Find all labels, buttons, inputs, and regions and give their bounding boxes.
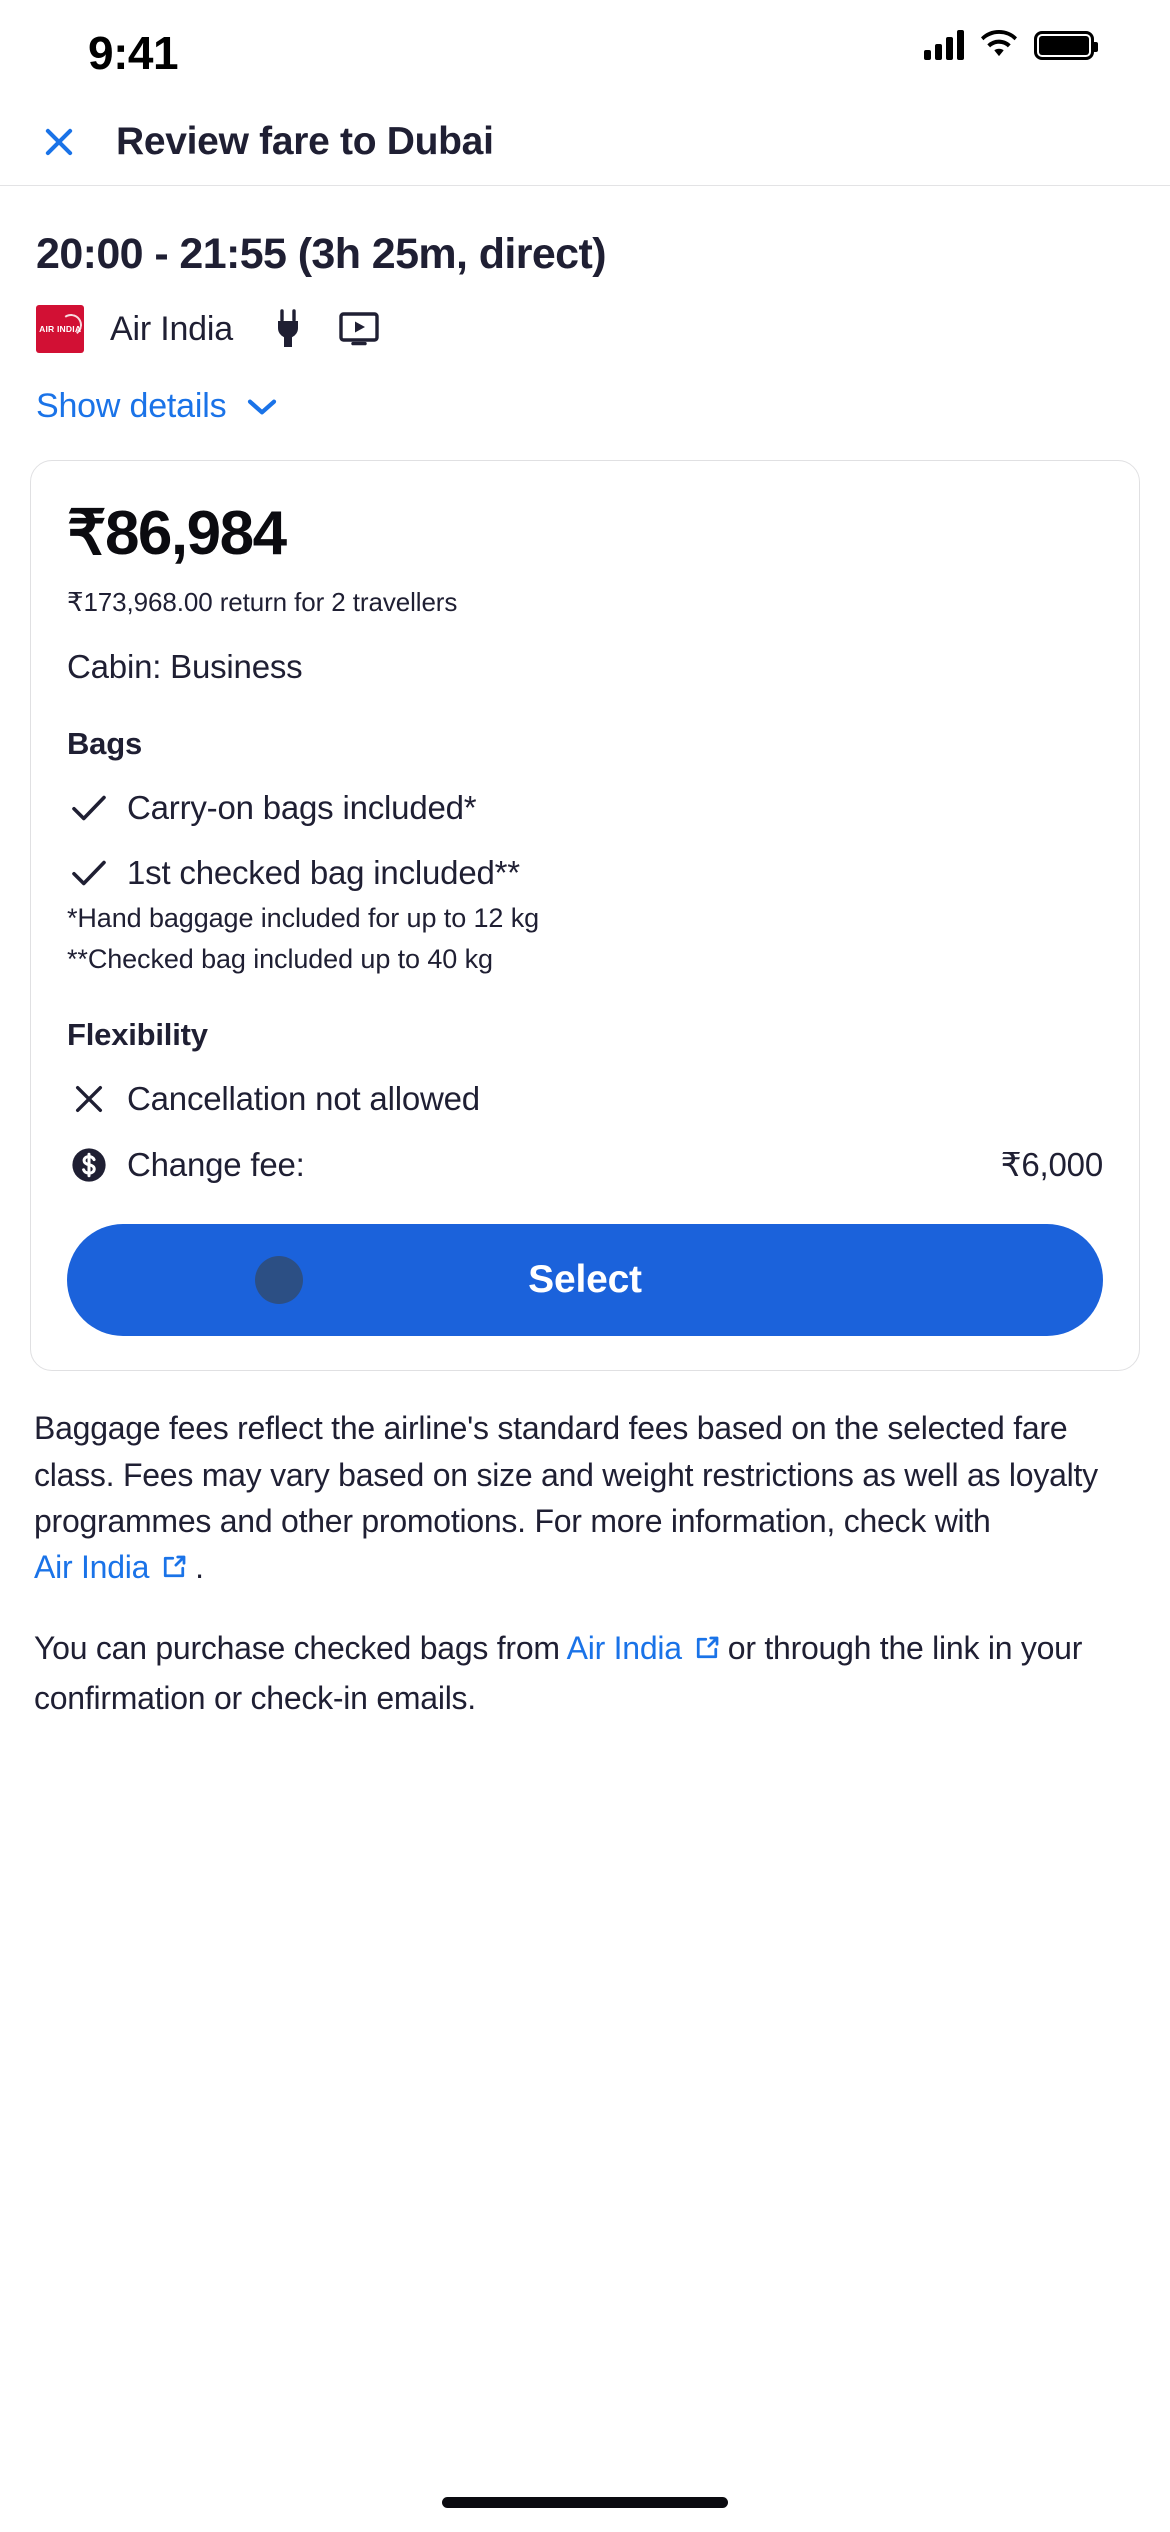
app-screen: 9:41 Review fare to Dubai 20:00 - 21:55 … (0, 0, 1170, 2532)
air-india-link-label: Air India (34, 1549, 150, 1586)
status-bar: 9:41 (0, 0, 1170, 98)
external-link-icon (692, 1629, 722, 1675)
flexibility-label: Change fee: (127, 1145, 305, 1183)
fare-card: ₹86,984 ₹173,968.00 return for 2 travell… (30, 460, 1140, 1372)
close-button[interactable] (30, 113, 88, 171)
chevron-down-icon (248, 399, 277, 415)
fare-price: ₹86,984 (67, 499, 287, 569)
touch-point-indicator (255, 1256, 303, 1305)
select-button-label: Select (528, 1258, 642, 1302)
home-indicator[interactable] (442, 2497, 728, 2508)
flight-summary: 20:00 - 21:55 (3h 25m, direct) AIR INDIA… (0, 186, 1170, 426)
show-details-label: Show details (36, 387, 227, 426)
air-india-link[interactable]: Air India (34, 1549, 195, 1585)
flexibility-label: Cancellation not allowed (127, 1080, 480, 1118)
power-outlet-icon (277, 309, 298, 348)
cabin-class: Cabin: Business (67, 648, 303, 686)
flight-times: 20:00 - 21:55 (3h 25m, direct) (36, 230, 607, 278)
fare-price-subtext: ₹173,968.00 return for 2 travellers (67, 587, 458, 618)
airline-row: AIR INDIA Air India (36, 305, 1134, 354)
change-fee-value: ₹6,000 (1000, 1146, 1104, 1184)
status-indicators (924, 30, 1098, 60)
show-details-toggle[interactable]: Show details (36, 387, 278, 426)
wifi-icon (981, 30, 1017, 57)
battery-icon (1034, 30, 1098, 60)
cellular-signal-icon (924, 30, 964, 60)
bag-feature-row: 1st checked bag included** (67, 854, 1103, 892)
close-icon (45, 128, 73, 155)
check-icon (67, 858, 111, 888)
flexibility-section-title: Flexibility (67, 1017, 208, 1053)
in-flight-entertainment-icon (339, 312, 379, 346)
check-icon (67, 793, 111, 823)
air-india-logo-icon: AIR INDIA (36, 305, 84, 354)
disclaimer-text-1: Baggage fees reflect the airline's stand… (34, 1410, 1098, 1540)
bag-footnotes: *Hand baggage included for up to 12 kg *… (67, 900, 1103, 977)
air-india-link[interactable]: Air India (567, 1630, 728, 1666)
select-button[interactable]: Select (67, 1224, 1103, 1337)
flexibility-row-change-fee: Change fee: ₹6,000 (67, 1145, 1103, 1184)
bag-feature-label: 1st checked bag included** (127, 854, 520, 892)
flexibility-row-cancellation: Cancellation not allowed (67, 1080, 1103, 1118)
airline-logo-text: AIR INDIA (38, 324, 82, 335)
x-icon (67, 1082, 111, 1116)
air-india-link-label: Air India (566, 1629, 682, 1666)
bags-section-title: Bags (67, 726, 143, 762)
disclaimer-paragraph-2: You can purchase checked bags from Air I… (34, 1625, 1136, 1722)
baggage-disclaimer: Baggage fees reflect the airline's stand… (0, 1371, 1170, 1721)
disclaimer-text-2: . (195, 1549, 204, 1586)
bag-feature-label: Carry-on bags included* (127, 789, 477, 827)
disclaimer-text-3: You can purchase checked bags from (34, 1629, 567, 1666)
amenity-icons (275, 309, 379, 349)
app-bar: Review fare to Dubai (0, 98, 1170, 186)
bag-footnote: **Checked bag included up to 40 kg (67, 943, 493, 974)
external-link-icon (159, 1548, 189, 1594)
disclaimer-paragraph-1: Baggage fees reflect the airline's stand… (34, 1405, 1136, 1595)
dollar-coin-icon (67, 1146, 111, 1184)
page-title: Review fare to Dubai (116, 119, 494, 163)
status-time: 9:41 (88, 27, 179, 79)
airline-name: Air India (110, 309, 233, 348)
bag-feature-row: Carry-on bags included* (67, 789, 1103, 827)
bag-footnote: *Hand baggage included for up to 12 kg (67, 903, 540, 934)
